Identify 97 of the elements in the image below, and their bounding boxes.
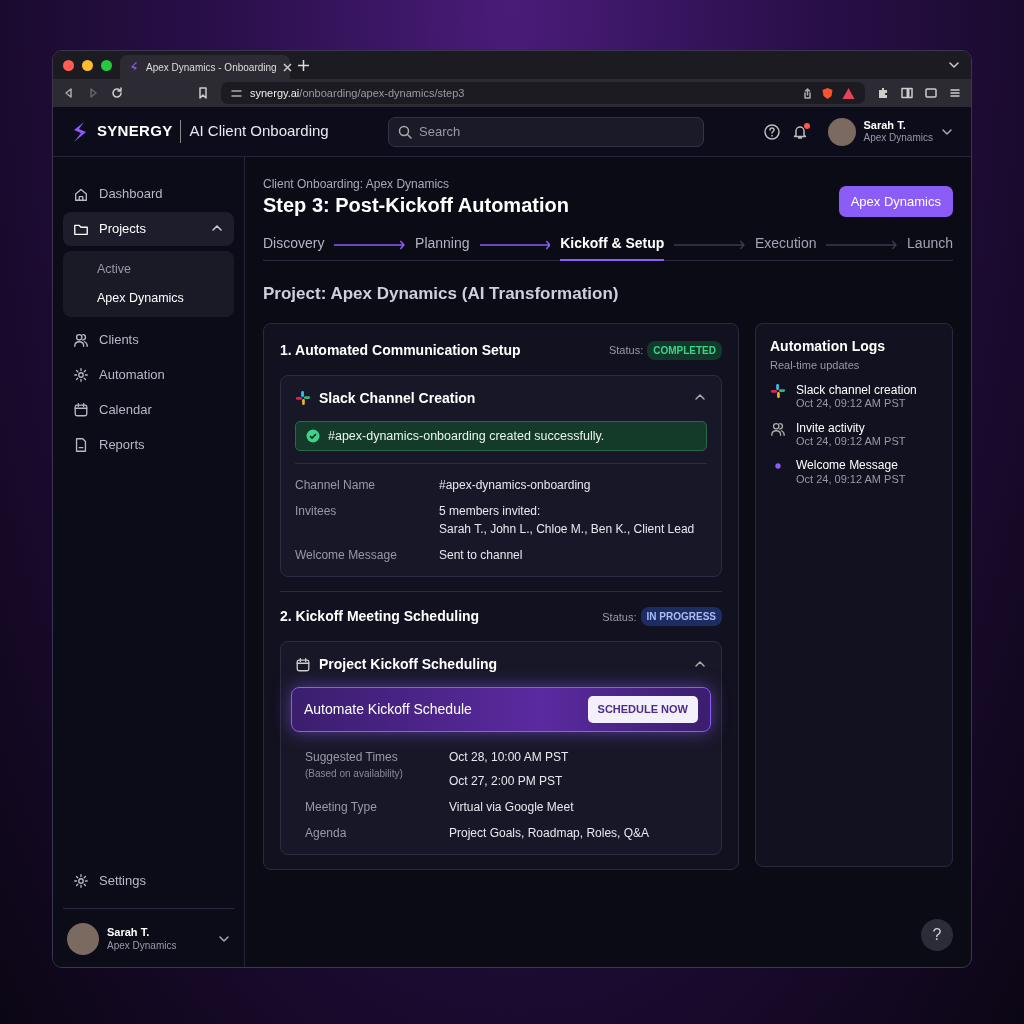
address-field[interactable]: synergy.ai/onboarding/apex-dynamics/step3 <box>221 82 865 104</box>
sidebar-item[interactable]: Projects <box>63 212 234 246</box>
bell-icon[interactable] <box>791 123 808 140</box>
log-time: Oct 24, 09:12 AM PST <box>796 472 906 486</box>
section-title: 1. Automated Communication Setup <box>280 340 521 360</box>
sidebar-item[interactable]: Clients <box>63 322 234 357</box>
gear-icon <box>73 873 89 889</box>
bookmark-icon[interactable] <box>197 87 209 99</box>
alert-text: #apex-dynamics-onboarding created successfully. <box>328 427 605 445</box>
section-title: 2. Kickoff Meeting Scheduling <box>280 607 480 627</box>
detail-label: Meeting Type <box>305 799 377 814</box>
sidebar-icon[interactable] <box>901 87 913 99</box>
user-company: Apex Dynamics <box>107 939 177 952</box>
detail-value: Sarah T., John L., Chloe M., Ben K., Client Lead <box>439 521 696 539</box>
house-icon <box>73 186 89 202</box>
client-button[interactable]: Apex Dynamics <box>838 185 953 217</box>
user-name: Sarah T. <box>107 926 151 940</box>
check-circle-icon <box>306 428 320 443</box>
puzzle-icon[interactable] <box>877 87 889 99</box>
log-title: Slack channel creation <box>796 383 917 398</box>
detail-value: 5 members invited: <box>439 503 542 521</box>
reload-icon[interactable] <box>111 87 123 99</box>
user-company: Apex Dynamics <box>863 132 933 145</box>
back-icon[interactable] <box>63 87 75 99</box>
product-name: AI Client Onboarding <box>180 120 329 143</box>
forward-icon[interactable] <box>87 87 99 99</box>
plus-icon[interactable] <box>298 59 309 71</box>
card-title: Slack Channel Creation <box>319 388 476 408</box>
detail-label: Channel Name <box>295 478 376 493</box>
step-tab[interactable]: Planning <box>415 228 470 261</box>
window-control-dot[interactable] <box>101 59 112 71</box>
submenu-item[interactable]: Active <box>63 255 234 284</box>
detail-value: Oct 28, 10:00 AM PST <box>449 748 570 766</box>
calendar-icon <box>295 656 311 673</box>
step-tab[interactable]: Kickoff & Setup <box>560 228 665 261</box>
browser-tab[interactable]: Apex Dynamics - Onboarding <box>120 55 290 79</box>
slack-logo-icon <box>295 390 311 406</box>
help-button[interactable]: ? <box>921 919 953 951</box>
detail-value: Virtual via Google Meet <box>449 798 575 816</box>
detail-label: Agenda <box>305 825 347 840</box>
card-title: Project Kickoff Scheduling <box>319 655 498 675</box>
chevron-down-icon[interactable] <box>218 933 230 945</box>
window-control-dot[interactable] <box>63 59 74 71</box>
help-icon[interactable] <box>763 123 780 140</box>
step-tab[interactable]: Discovery <box>263 228 325 261</box>
people-icon <box>73 331 89 348</box>
sidebar-item[interactable]: Calendar <box>63 392 234 427</box>
document-icon <box>73 436 89 453</box>
search-field[interactable]: Search <box>388 116 705 147</box>
schedule-now-button[interactable]: SCHEDULE NOW <box>587 696 698 723</box>
status-label: Status: <box>602 609 637 625</box>
avatar <box>67 923 99 955</box>
url-text: synergy.ai/onboarding/apex-dynamics/step3 <box>250 85 466 101</box>
site-settings-icon <box>231 87 242 99</box>
log-time: Oct 24, 09:12 AM PST <box>796 397 907 411</box>
tab-title: Apex Dynamics - Onboarding <box>146 60 277 75</box>
step-tab[interactable]: Execution <box>755 228 817 261</box>
triangle-icon[interactable] <box>842 86 855 100</box>
detail-label: Invitees <box>295 504 337 519</box>
shield-icon[interactable] <box>821 86 834 100</box>
status-badge: COMPLETED <box>647 340 722 360</box>
sidebar-item[interactable]: Reports <box>63 427 234 462</box>
detail-label: Welcome Message <box>295 548 397 563</box>
page-title: Step 3: Post-Kickoff Automation <box>263 193 569 217</box>
detail-value: #apex-dynamics-onboarding <box>439 477 592 495</box>
people-icon <box>770 420 786 437</box>
window-control-dot[interactable] <box>82 59 93 71</box>
sidebar-item[interactable]: Settings <box>63 864 234 898</box>
menu-icon[interactable] <box>949 87 961 99</box>
log-time: Oct 24, 09:12 AM PST <box>796 434 906 449</box>
share-icon[interactable] <box>802 87 813 99</box>
sidebar-item[interactable]: Automation <box>63 357 234 392</box>
user-name: Sarah T. <box>863 118 907 133</box>
sidebar-item[interactable]: Dashboard <box>63 177 234 211</box>
detail-value: Project Goals, Roadmap, Roles, Q&A <box>449 824 651 842</box>
log-title: Invite activity <box>796 420 866 435</box>
step-tab[interactable]: Launch <box>907 228 953 261</box>
avatar <box>827 117 856 146</box>
logs-title: Automation Logs <box>770 336 887 356</box>
wallet-icon[interactable] <box>925 87 937 99</box>
submenu-item[interactable]: Apex Dynamics <box>63 283 234 313</box>
slack-logo-icon <box>770 383 786 399</box>
detail-label: Suggested Times <box>305 749 398 764</box>
status-label: Status: <box>608 342 644 358</box>
status-badge: IN PROGRESS <box>640 607 722 627</box>
detail-value: Sent to channel <box>439 547 524 565</box>
breadcrumb-text: Client Onboarding: Apex Dynamics <box>263 176 451 193</box>
detail-sublabel: (Based on availability) <box>305 766 404 781</box>
detail-value: Oct 27, 2:00 PM PST <box>449 772 564 790</box>
gear-icon <box>73 366 89 383</box>
brand-name: SYNERGY <box>97 121 173 142</box>
project-title: Project: Apex Dynamics (AI Transformation) <box>263 283 620 305</box>
banner-text: Automate Kickoff Schedule <box>304 700 472 719</box>
logs-subtitle: Real-time updates <box>770 357 861 373</box>
log-title: Welcome Message <box>796 458 899 473</box>
calendar-icon <box>73 401 89 418</box>
close-icon[interactable] <box>282 62 292 72</box>
